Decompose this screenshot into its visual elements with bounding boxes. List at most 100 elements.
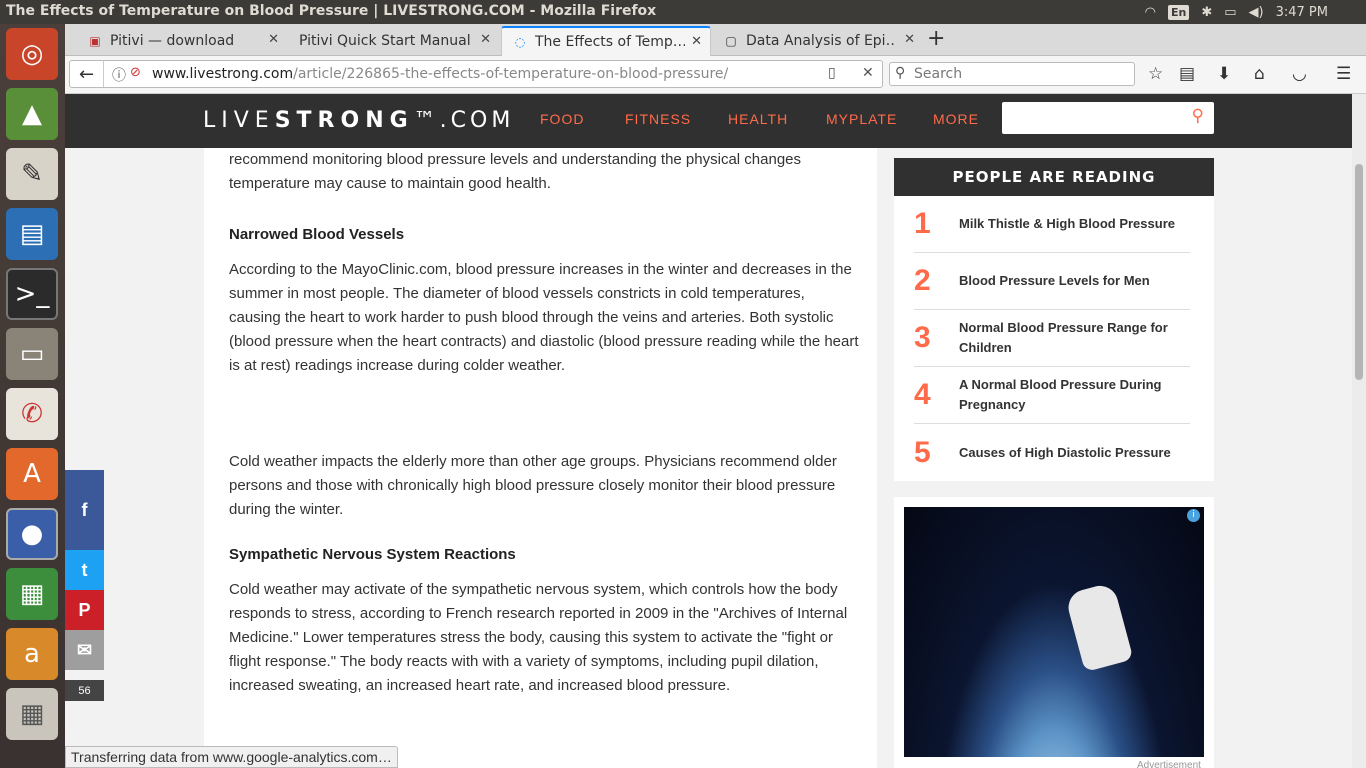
- document-viewer-icon[interactable]: ✆: [6, 388, 58, 440]
- terminal-icon[interactable]: >_: [6, 268, 58, 320]
- amazon-icon[interactable]: a: [6, 628, 58, 680]
- twitter-icon: t: [81, 559, 88, 580]
- url-text: www.livestrong.com/article/226865-the-ef…: [152, 66, 728, 82]
- loading-spinner-icon: ◌: [514, 35, 526, 49]
- search-icon[interactable]: ⚲: [1192, 106, 1204, 126]
- reading-title[interactable]: Causes of High Diastolic Pressure: [959, 443, 1179, 463]
- reading-list: 1 Milk Thistle & High Blood Pressure 2 Blo…: [894, 196, 1214, 481]
- pinterest-icon: P: [78, 599, 91, 620]
- nav-fitness[interactable]: FITNESS: [625, 111, 691, 127]
- new-tab-icon[interactable]: +: [927, 26, 945, 51]
- ad-label: Advertisement: [1137, 760, 1201, 768]
- reading-list-icon[interactable]: ▤: [1179, 64, 1195, 84]
- text-editor-icon[interactable]: ✎: [6, 148, 58, 200]
- section-heading: Sympathetic Nervous System Reactions: [229, 546, 516, 563]
- close-tab-icon[interactable]: ✕: [904, 32, 915, 47]
- search-input[interactable]: ⚲ Search: [889, 62, 1135, 86]
- back-arrow-icon[interactable]: ←: [70, 61, 104, 87]
- ad-info-icon[interactable]: i: [1187, 509, 1200, 522]
- workspace-switcher-icon[interactable]: ▦: [6, 688, 58, 740]
- site-search-input[interactable]: ⚲: [1002, 102, 1214, 134]
- menu-icon[interactable]: ☰: [1336, 64, 1351, 84]
- software-center-icon[interactable]: A: [6, 448, 58, 500]
- bookmark-star-icon[interactable]: ☆: [1148, 64, 1163, 84]
- page-favicon-icon: ▢: [725, 34, 737, 48]
- unity-launcher: ◎ ▲ ✎ ▤ >_ ▭ ✆ A ● ▦ a ▦: [0, 24, 65, 768]
- clock[interactable]: 3:47 PM: [1276, 5, 1328, 20]
- reading-item[interactable]: 2 Blood Pressure Levels for Men: [914, 253, 1190, 310]
- nav-health[interactable]: HEALTH: [728, 111, 788, 127]
- insecure-lock-icon[interactable]: ⊘: [130, 65, 141, 80]
- reading-item[interactable]: 3 Normal Blood Pressure Range for Childre…: [914, 310, 1190, 367]
- spreadsheet-icon[interactable]: ▦: [6, 568, 58, 620]
- email-share-button[interactable]: ✉: [65, 630, 104, 670]
- rank-number: 5: [914, 435, 931, 469]
- navigation-toolbar: ← ⓘ ⊘ www.livestrong.com/article/226865-…: [65, 56, 1366, 94]
- article-paragraph: Cold weather may activate of the sympath…: [229, 581, 848, 694]
- pocket-icon[interactable]: ◡: [1292, 64, 1307, 84]
- wifi-icon[interactable]: ◠: [1145, 5, 1156, 20]
- downloads-icon[interactable]: ⬇: [1217, 64, 1231, 84]
- stop-load-icon[interactable]: ✕: [862, 65, 874, 81]
- rank-number: 1: [914, 207, 931, 240]
- rank-number: 4: [914, 378, 931, 411]
- tab-pitivi-download[interactable]: ▣ Pitivi — download ✕: [77, 26, 287, 56]
- logo-bold-part: STRONG: [274, 108, 414, 133]
- nav-myplate[interactable]: MYPLATE: [826, 111, 897, 127]
- logo-part: ™.COM: [413, 108, 515, 133]
- reader-view-icon[interactable]: ▯: [828, 65, 836, 81]
- window-title: The Effects of Temperature on Blood Pres…: [6, 3, 657, 19]
- reading-title[interactable]: Milk Thistle & High Blood Pressure: [959, 214, 1179, 234]
- android-studio-icon[interactable]: ▲: [6, 88, 58, 140]
- tab-strip: ▣ Pitivi — download ✕ Pitivi Quick Start…: [65, 24, 1366, 56]
- tab-pitivi-manual[interactable]: Pitivi Quick Start Manual ✕: [289, 26, 499, 56]
- file-manager-icon[interactable]: ▭: [6, 328, 58, 380]
- reading-title[interactable]: A Normal Blood Pressure During Pregnancy: [959, 375, 1179, 415]
- close-tab-icon[interactable]: ✕: [691, 34, 702, 49]
- bluetooth-icon[interactable]: ✱: [1201, 5, 1212, 20]
- nav-more[interactable]: MORE: [933, 111, 979, 127]
- search-placeholder: Search: [914, 66, 963, 82]
- twitter-share-button[interactable]: t: [65, 550, 104, 590]
- livestrong-logo[interactable]: LIVESTRONG™.COM: [203, 108, 514, 133]
- search-icon: ⚲: [895, 65, 906, 81]
- scrollbar-thumb[interactable]: [1355, 164, 1363, 380]
- ad-image[interactable]: i: [904, 507, 1204, 757]
- tab-effects-of-temperature[interactable]: ◌ The Effects of Temp… ✕: [501, 26, 711, 56]
- email-icon: ✉: [76, 639, 93, 660]
- firefox-icon[interactable]: ●: [6, 508, 58, 560]
- facebook-icon: f: [81, 499, 88, 520]
- battery-icon[interactable]: ▭: [1224, 5, 1236, 20]
- share-count: 56: [65, 680, 104, 701]
- facebook-share-button[interactable]: f: [65, 470, 104, 550]
- tab-data-analysis[interactable]: ▢ Data Analysis of Epi… ✕: [713, 26, 923, 56]
- libreoffice-writer-icon[interactable]: ▤: [6, 208, 58, 260]
- nav-food[interactable]: FOOD: [540, 111, 584, 127]
- tab-label: Pitivi — download: [110, 33, 235, 49]
- article-paragraph: Cold weather impacts the elderly more th…: [229, 453, 837, 518]
- home-icon[interactable]: ⌂: [1254, 64, 1265, 84]
- reading-title[interactable]: Blood Pressure Levels for Men: [959, 271, 1179, 291]
- info-icon[interactable]: ⓘ: [112, 65, 126, 85]
- reading-title[interactable]: Normal Blood Pressure Range for Children: [959, 318, 1179, 358]
- close-tab-icon[interactable]: ✕: [480, 32, 491, 47]
- pinterest-share-button[interactable]: P: [65, 590, 104, 630]
- close-tab-icon[interactable]: ✕: [268, 32, 279, 47]
- system-top-bar: The Effects of Temperature on Blood Pres…: [0, 0, 1366, 24]
- url-domain: www.livestrong.com: [152, 66, 294, 82]
- volume-icon[interactable]: ◀): [1249, 5, 1264, 20]
- reading-item[interactable]: 4 A Normal Blood Pressure During Pregnanc…: [914, 367, 1190, 424]
- advertisement: i Advertisement: [894, 497, 1214, 768]
- reading-item[interactable]: 5 Causes of High Diastolic Pressure: [914, 424, 1190, 481]
- page-scrollbar[interactable]: [1352, 94, 1366, 768]
- tab-label: Pitivi Quick Start Manual: [299, 33, 471, 49]
- pitivi-favicon-icon: ▣: [89, 34, 101, 48]
- reading-item[interactable]: 1 Milk Thistle & High Blood Pressure: [914, 196, 1190, 253]
- ubuntu-dash-icon[interactable]: ◎: [6, 28, 58, 80]
- keyboard-layout-indicator[interactable]: En: [1167, 4, 1190, 20]
- site-header: LIVESTRONG™.COM FOOD FITNESS HEALTH MYPL…: [65, 94, 1352, 148]
- url-bar[interactable]: ← ⓘ ⊘ www.livestrong.com/article/226865-…: [69, 60, 883, 88]
- people-are-reading-widget: PEOPLE ARE READING 1 Milk Thistle & High …: [894, 158, 1214, 481]
- rank-number: 3: [914, 321, 931, 354]
- tab-label: The Effects of Temp…: [535, 34, 685, 50]
